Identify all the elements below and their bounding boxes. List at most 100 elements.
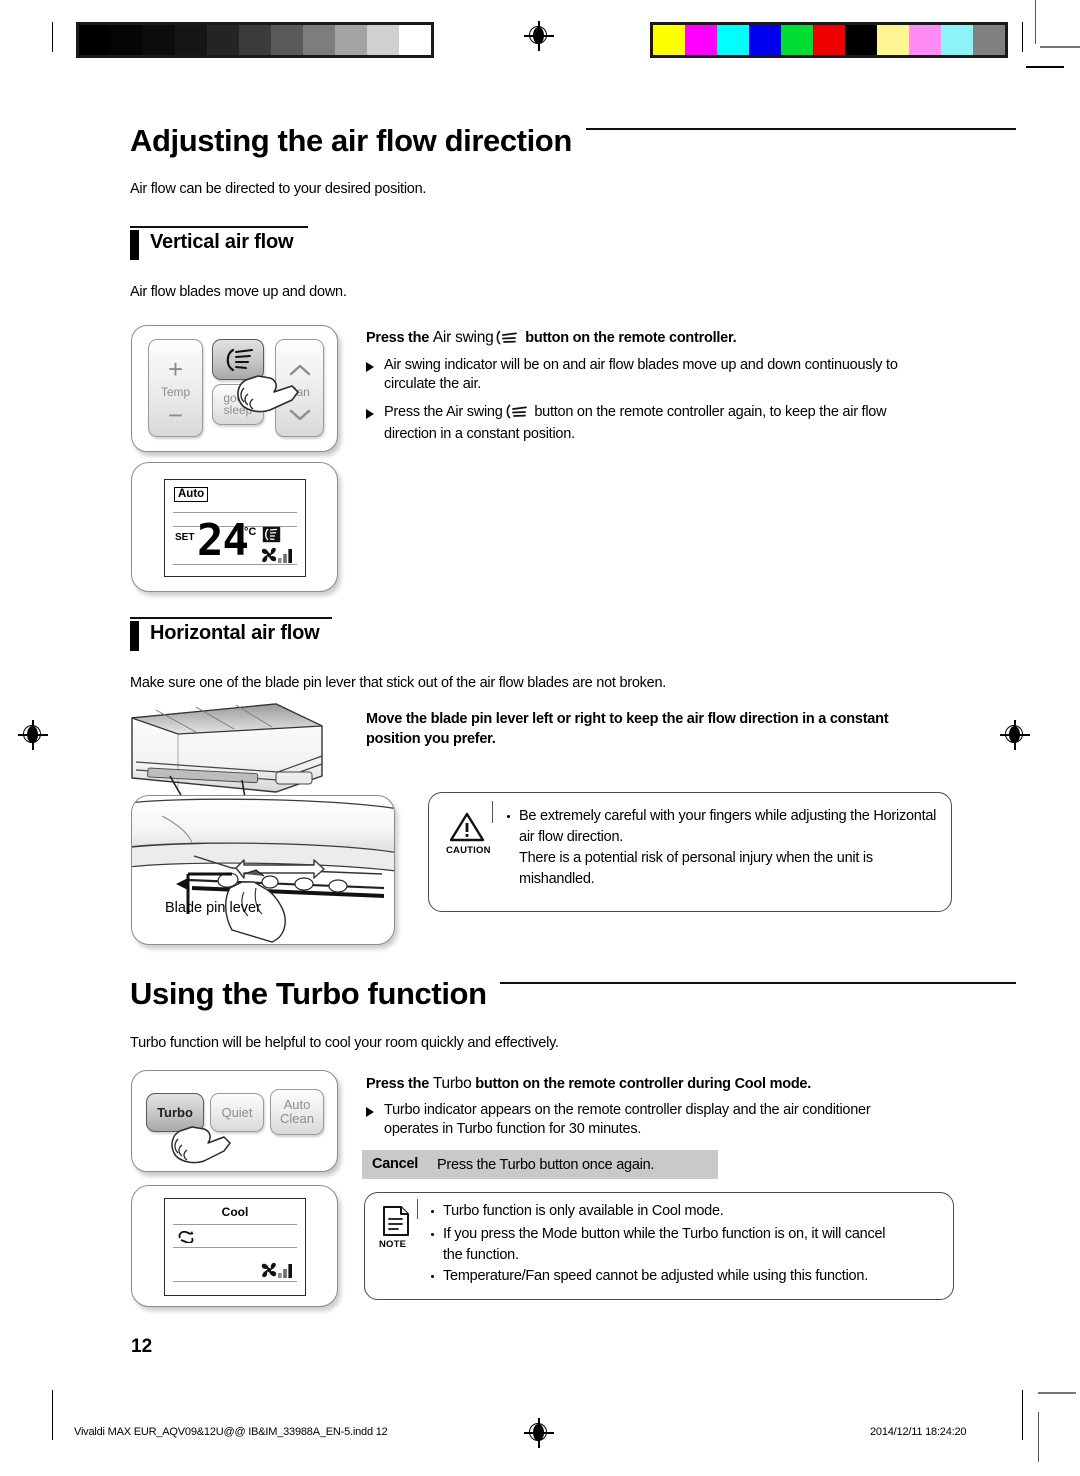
instr-post: button on the remote controller. xyxy=(521,330,737,346)
registration-mark-right xyxy=(1000,720,1030,750)
airswing-bullet-2: Press the Air swing button on the remote… xyxy=(366,403,966,444)
caution-line-2: air flow direction. xyxy=(519,829,624,845)
crop-mark xyxy=(52,22,54,52)
note-line-4: Temperature/Fan speed cannot be adjusted… xyxy=(443,1268,868,1284)
turbo-instr-pre: Press the xyxy=(366,1076,433,1092)
footer-timestamp: 2014/12/11 18:24:20 xyxy=(870,1426,967,1438)
bullet-2-line-2: direction in a constant position. xyxy=(384,426,575,442)
remote-lcd-display: Auto SET 24 °C xyxy=(164,479,306,577)
gray-swatch-1 xyxy=(111,25,143,55)
air-swing-icon xyxy=(497,330,518,345)
pointing-hand-icon xyxy=(171,1126,231,1164)
horizontal-instruction-line-1: Move the blade pin lever left or right t… xyxy=(366,711,889,727)
color-swatch-0 xyxy=(653,25,685,55)
temp-label: Temp xyxy=(160,385,191,399)
registration-mark-bottom xyxy=(524,1418,554,1448)
gray-swatch-5 xyxy=(239,25,271,55)
section-title-airflow: Adjusting the air flow direction xyxy=(130,123,572,158)
set-temperature-value: 24 xyxy=(197,515,249,566)
air-swing-indicator-icon xyxy=(262,526,281,543)
turbo-bullet-line-1: Turbo indicator appears on the remote co… xyxy=(384,1102,871,1118)
caution-box: CAUTION Be extremely careful with your f… xyxy=(428,792,952,912)
gray-swatch-8 xyxy=(335,25,367,55)
bullet-1-line-1: Air swing indicator will be on and air f… xyxy=(384,357,898,373)
horizontal-instruction-line-2: position you prefer. xyxy=(366,731,496,747)
bullet-1-line-2: circulate the air. xyxy=(384,376,482,392)
color-swatch-10 xyxy=(973,25,1005,55)
blade-pin-lever-illustration-card: Blade pin lever xyxy=(131,795,395,945)
caution-label: CAUTION xyxy=(446,845,491,856)
note-label: NOTE xyxy=(379,1239,407,1250)
color-swatch-8 xyxy=(909,25,941,55)
remote-lcd-display-turbo: Cool xyxy=(164,1198,306,1296)
instr-pre: Press the xyxy=(366,330,433,346)
gray-swatch-3 xyxy=(175,25,207,55)
cancel-label: Cancel xyxy=(372,1156,419,1172)
color-swatch-9 xyxy=(941,25,973,55)
turbo-instr-term: Turbo xyxy=(432,1075,472,1092)
subheading-horizontal-air-flow: Horizontal air flow xyxy=(130,617,332,657)
crop-mark xyxy=(1035,0,1037,44)
gray-swatch-2 xyxy=(143,25,175,55)
color-swatch-7 xyxy=(877,25,909,55)
color-calibration-bar xyxy=(650,22,1008,58)
crop-mark xyxy=(1022,22,1024,52)
gray-swatch-0 xyxy=(79,25,111,55)
title-rule xyxy=(586,128,1016,130)
note-line-1: Turbo function is only available in Cool… xyxy=(443,1203,724,1219)
fan-speed-bars-icon xyxy=(278,1264,292,1278)
vertical-air-flow-lead: Air flow blades move up and down. xyxy=(130,284,347,300)
temp-minus-label: − xyxy=(167,400,184,430)
section-intro-turbo: Turbo function will be helpful to cool y… xyxy=(130,1035,559,1051)
caution-line-4: mishandled. xyxy=(519,871,595,887)
crop-mark xyxy=(1038,1412,1040,1462)
remote-button-panel-turbo: Turbo Quiet Auto Clean xyxy=(131,1070,338,1172)
note-line-3: the function. xyxy=(443,1247,519,1263)
turbo-bullet-1: Turbo indicator appears on the remote co… xyxy=(366,1101,966,1139)
bullet-arrow-icon xyxy=(366,362,374,372)
gray-swatch-4 xyxy=(207,25,239,55)
fan-indicator-icon xyxy=(261,1262,277,1278)
grayscale-calibration-bar xyxy=(76,22,434,58)
airswing-bullet-1: Air swing indicator will be on and air f… xyxy=(366,356,966,394)
horizontal-air-flow-lead: Make sure one of the blade pin lever tha… xyxy=(130,675,667,691)
airswing-instruction: Press the Air swing button on the remote… xyxy=(366,328,737,351)
instr-airswing-term: Air swing xyxy=(432,329,494,346)
remote-display-card-airswing: Auto SET 24 °C xyxy=(131,462,338,592)
pointing-hand-icon xyxy=(237,375,299,413)
gray-swatch-7 xyxy=(303,25,335,55)
bullet-arrow-icon xyxy=(366,1107,374,1117)
registration-mark-top xyxy=(524,21,554,51)
registration-mark-left xyxy=(18,720,48,750)
subheading-vertical-air-flow: Vertical air flow xyxy=(130,226,310,266)
gray-swatch-9 xyxy=(367,25,399,55)
mode-indicator-auto: Auto xyxy=(174,487,209,502)
color-swatch-4 xyxy=(781,25,813,55)
bullet-2-post: button on the remote controller again, t… xyxy=(530,404,887,420)
warning-triangle-icon xyxy=(449,812,485,842)
auto-clean-label-2: Clean xyxy=(280,1111,314,1126)
mode-indicator-cool: Cool xyxy=(221,1205,249,1219)
cancel-text: Press the Turbo button once again. xyxy=(437,1157,655,1173)
crop-mark xyxy=(1026,66,1064,68)
color-swatch-6 xyxy=(845,25,877,55)
temp-button[interactable]: + Temp − xyxy=(148,339,203,437)
remote-button-panel-airswing: + Temp − good’ sleep Fan xyxy=(131,325,338,452)
crop-mark xyxy=(1022,1390,1024,1440)
color-swatch-1 xyxy=(685,25,717,55)
air-conditioner-unit-illustration xyxy=(131,703,323,805)
auto-clean-button[interactable]: Auto Clean xyxy=(270,1089,324,1135)
note-document-icon xyxy=(383,1206,409,1236)
temperature-unit: °C xyxy=(244,526,257,538)
color-swatch-2 xyxy=(717,25,749,55)
auto-clean-label-1: Auto xyxy=(283,1097,311,1112)
bullet-arrow-icon xyxy=(366,409,374,419)
turbo-indicator-icon xyxy=(178,1230,194,1243)
crop-mark xyxy=(1040,46,1080,48)
fan-speed-bars-icon xyxy=(278,549,292,563)
blade-pin-lever-diagram xyxy=(132,798,394,943)
crop-mark xyxy=(1038,1392,1076,1394)
set-label: SET xyxy=(175,532,195,543)
turbo-bullet-line-2: operates in Turbo function for 30 minute… xyxy=(384,1121,642,1137)
footer-filename: Vivaldi MAX EUR_AQV09&12U@@ IB&IM_33988A… xyxy=(74,1426,388,1438)
